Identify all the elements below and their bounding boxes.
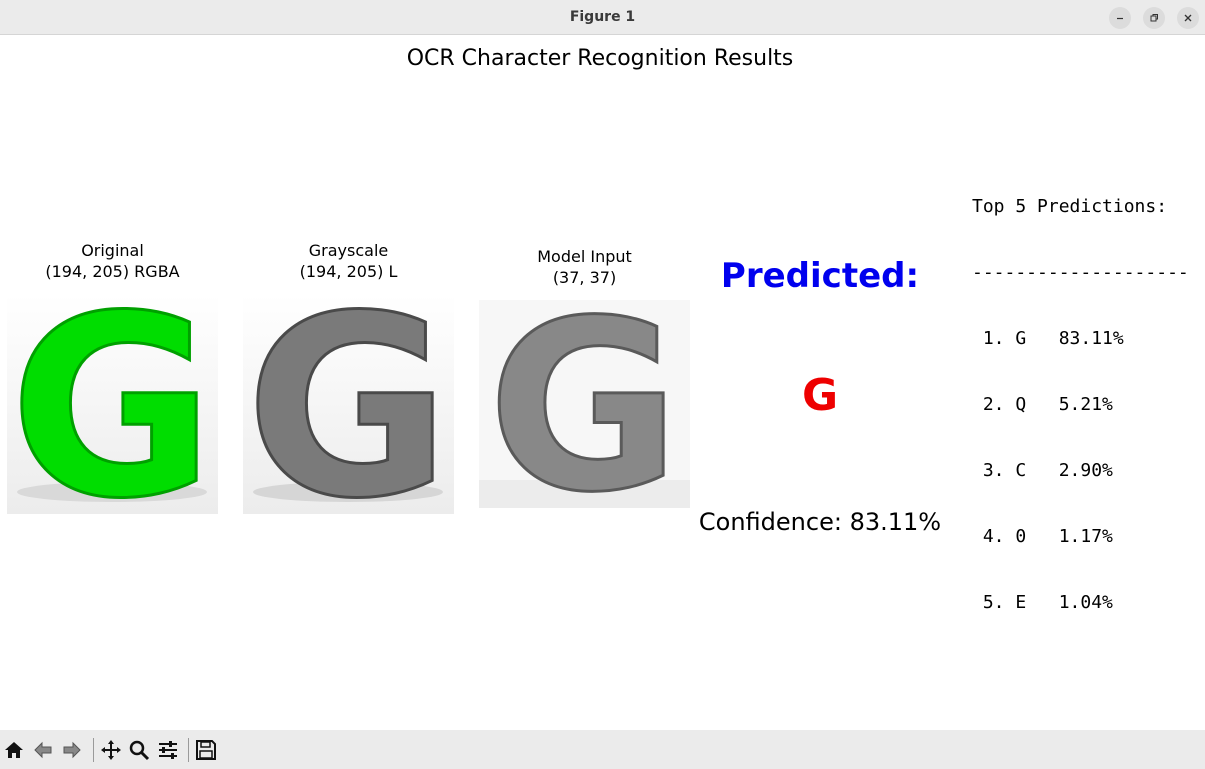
top5-row: 5. E 1.04% (972, 592, 1113, 613)
pan-icon (101, 740, 121, 760)
back-button[interactable] (31, 738, 55, 762)
top5-header: Top 5 Predictions: (972, 196, 1168, 217)
confidence-text: Confidence: 83.11% (698, 508, 942, 536)
pan-button[interactable] (99, 738, 123, 762)
model-input-letter: G (488, 300, 681, 508)
home-icon (5, 742, 23, 758)
model-input-image: G (479, 300, 690, 508)
original-image: G (7, 294, 218, 514)
configure-subplots-icon (159, 741, 177, 759)
grayscale-image: G (243, 294, 454, 514)
model-input-title-line1: Model Input (537, 247, 632, 266)
toolbar-separator (93, 738, 94, 762)
model-input-panel-title: Model Input (37, 37) (479, 246, 690, 288)
original-letter: G (9, 294, 214, 514)
predicted-label: Predicted: (720, 256, 920, 296)
configure-subplots-button[interactable] (156, 738, 180, 762)
top5-predictions: Top 5 Predictions: -------------------- … (972, 152, 1189, 658)
original-title-line1: Original (81, 241, 144, 260)
window-titlebar: Figure 1 (0, 0, 1205, 35)
close-button[interactable] (1177, 7, 1199, 29)
save-button[interactable] (194, 738, 218, 762)
grayscale-panel-title: Grayscale (194, 205) L (243, 240, 454, 282)
zoom-button[interactable] (127, 738, 151, 762)
forward-button[interactable] (60, 738, 84, 762)
home-button[interactable] (2, 738, 26, 762)
grayscale-title-line1: Grayscale (308, 241, 389, 260)
window-title: Figure 1 (569, 9, 636, 25)
minimize-button[interactable] (1109, 7, 1131, 29)
model-input-title-line2: (37, 37) (552, 268, 617, 287)
back-icon (34, 741, 52, 759)
save-icon (196, 740, 216, 760)
top5-row: 4. 0 1.17% (972, 526, 1113, 547)
top5-row: 3. C 2.90% (972, 460, 1113, 481)
grayscale-title-line2: (194, 205) L (299, 262, 398, 281)
grayscale-letter: G (245, 294, 450, 514)
original-panel-title: Original (194, 205) RGBA (7, 240, 218, 282)
zoom-icon (129, 740, 150, 761)
close-icon (1184, 14, 1192, 22)
top5-row: 1. G 83.11% (972, 328, 1124, 349)
top5-row: 2. Q 5.21% (972, 394, 1113, 415)
forward-icon (63, 741, 81, 759)
top5-divider: -------------------- (972, 262, 1189, 283)
minimize-icon (1117, 17, 1123, 20)
figure-title: OCR Character Recognition Results (406, 46, 794, 71)
maximize-button[interactable] (1143, 7, 1165, 29)
figure-canvas[interactable]: OCR Character Recognition Results Origin… (0, 36, 1205, 730)
toolbar-separator (188, 738, 189, 762)
matplotlib-toolbar (0, 730, 1205, 769)
predicted-char: G (801, 370, 839, 421)
restore-icon (1150, 14, 1158, 22)
original-title-line2: (194, 205) RGBA (45, 262, 180, 281)
